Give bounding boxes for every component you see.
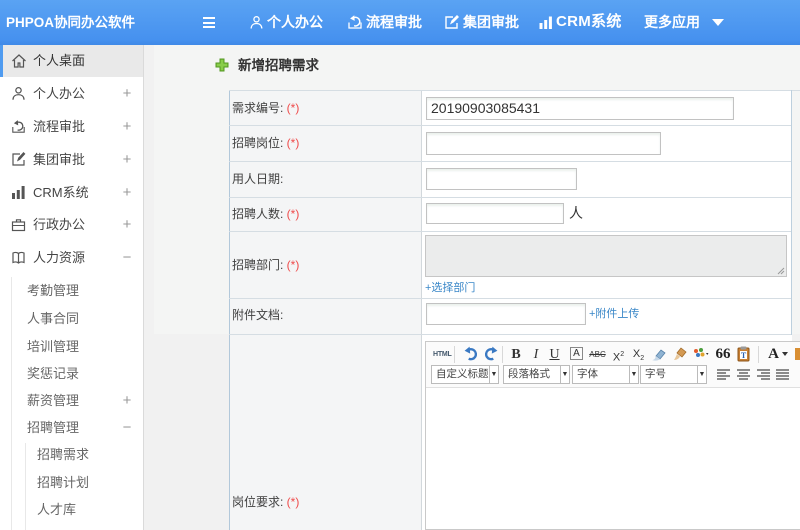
svg-text:T: T [741,351,747,360]
